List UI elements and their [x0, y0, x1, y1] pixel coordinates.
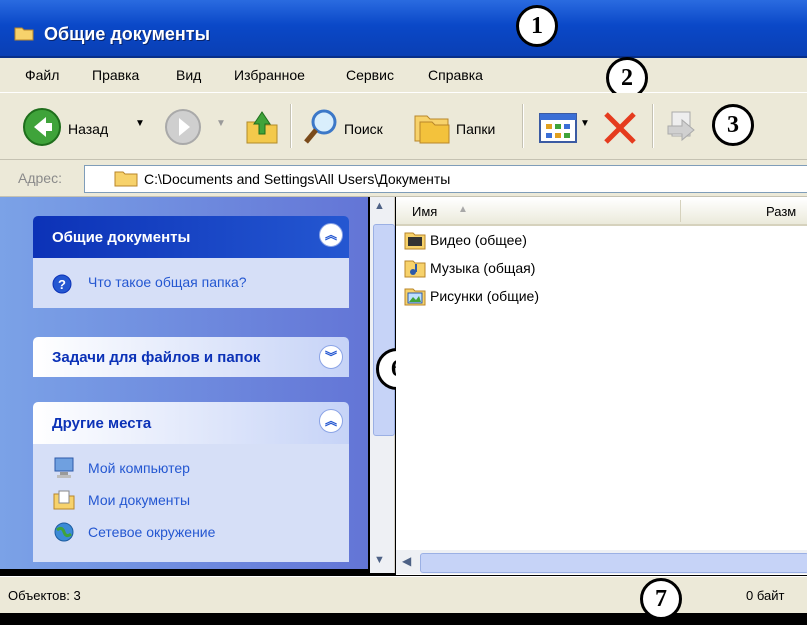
collapse-up-icon[interactable]: ︽ [319, 409, 343, 433]
search-icon[interactable] [302, 106, 342, 146]
search-button[interactable]: Поиск [344, 121, 383, 137]
other-places-body [33, 444, 349, 562]
pictures-folder-icon [404, 288, 426, 306]
my-documents-link[interactable]: Мои документы [88, 492, 190, 508]
forward-dropdown-icon[interactable]: ▼ [216, 118, 226, 129]
column-name[interactable]: Имя [412, 204, 437, 219]
other-places-title: Другие места [52, 415, 152, 432]
back-button[interactable]: Назад [68, 121, 108, 137]
h-scroll-thumb[interactable] [420, 553, 807, 573]
sort-up-icon: ▲ [458, 204, 468, 215]
callout-1: 1 [516, 5, 558, 47]
svg-text:?: ? [58, 277, 66, 292]
menu-help[interactable]: Справка [428, 67, 483, 83]
toolbar-separator [652, 104, 654, 148]
status-size: 0 байт [746, 588, 785, 603]
window-title: Общие документы [44, 24, 210, 44]
views-icon[interactable] [538, 112, 578, 144]
expand-down-icon[interactable]: ︾ [319, 345, 343, 369]
file-music[interactable]: Музыка (общая) [430, 260, 535, 276]
my-computer-link[interactable]: Мой компьютер [88, 460, 190, 476]
my-documents-icon [53, 490, 75, 510]
scroll-thumb[interactable] [373, 224, 395, 436]
back-arrow-icon[interactable] [22, 107, 62, 147]
toolbar-separator [522, 104, 524, 148]
status-objects: Объектов: 3 [8, 588, 81, 603]
help-icon: ? [52, 274, 72, 294]
file-tasks-title: Задачи для файлов и папок [52, 349, 261, 366]
scroll-up-icon[interactable]: ▲ [374, 200, 385, 212]
menu-edit[interactable]: Правка [92, 67, 139, 83]
folders-icon[interactable] [412, 108, 452, 146]
file-list[interactable] [396, 197, 807, 575]
callout-3: 3 [712, 104, 754, 146]
move-to-icon[interactable] [664, 108, 700, 144]
collapse-up-icon[interactable]: ︽ [319, 223, 343, 247]
shared-docs-title: Общие документы [52, 229, 191, 246]
folders-button[interactable]: Папки [456, 121, 495, 137]
menu-view[interactable]: Вид [176, 67, 201, 83]
music-folder-icon [404, 260, 426, 278]
forward-arrow-icon[interactable] [164, 108, 202, 146]
delete-icon[interactable] [600, 108, 640, 148]
address-path[interactable]: C:\Documents and Settings\All Users\Доку… [144, 171, 450, 187]
scroll-down-icon[interactable]: ▼ [374, 554, 385, 566]
menu-tools[interactable]: Сервис [346, 67, 394, 83]
folder-icon [14, 27, 34, 41]
menu-favorites[interactable]: Избранное [234, 67, 305, 83]
column-size[interactable]: Разм [766, 204, 796, 219]
address-label: Адрес: [18, 170, 62, 186]
back-dropdown-icon[interactable]: ▼ [135, 118, 145, 129]
network-places-link[interactable]: Сетевое окружение [88, 524, 215, 540]
file-pictures[interactable]: Рисунки (общие) [430, 288, 539, 304]
column-divider[interactable] [680, 200, 681, 222]
status-bar [0, 576, 807, 613]
up-folder-icon[interactable] [244, 108, 280, 146]
scroll-left-icon[interactable]: ◀ [402, 554, 411, 568]
what-is-shared-folder-link[interactable]: Что такое общая папка? [88, 274, 247, 290]
folder-icon [114, 171, 138, 187]
file-video[interactable]: Видео (общее) [430, 232, 527, 248]
video-folder-icon [404, 232, 426, 250]
views-dropdown-icon[interactable]: ▼ [580, 118, 590, 129]
menu-file[interactable]: Файл [25, 67, 59, 83]
toolbar-separator [290, 104, 292, 148]
callout-7: 7 [640, 578, 682, 620]
my-computer-icon [54, 457, 74, 478]
network-places-icon [54, 522, 74, 542]
